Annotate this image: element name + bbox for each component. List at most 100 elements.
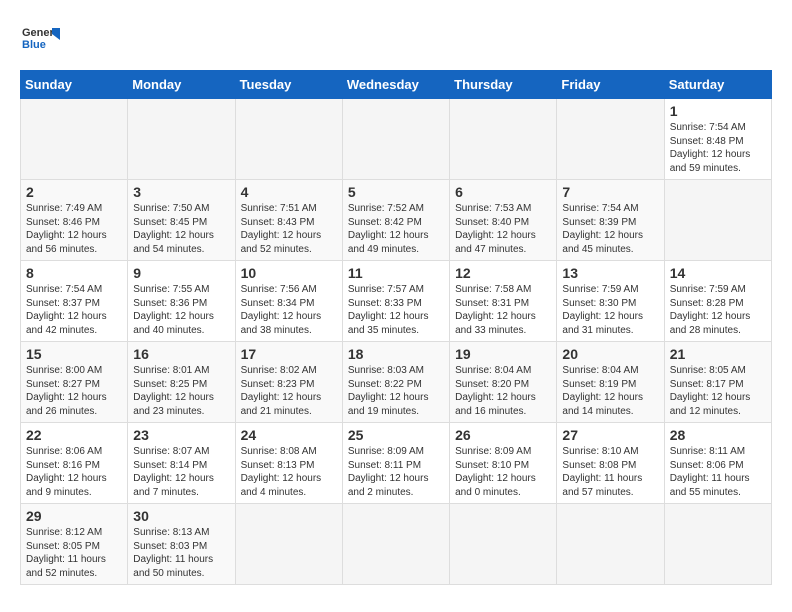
col-header-sunday: Sunday [21,71,128,99]
calendar-cell-9: 9 Sunrise: 7:55 AMSunset: 8:36 PMDaylight… [128,261,235,342]
calendar-cell-28: 28 Sunrise: 8:11 AMSunset: 8:06 PMDayligh… [664,423,771,504]
day-info: Sunrise: 8:11 AMSunset: 8:06 PMDaylight:… [670,445,766,499]
calendar-cell-20: 20 Sunrise: 8:04 AMSunset: 8:19 PMDayligh… [557,342,664,423]
day-info: Sunrise: 7:54 AMSunset: 8:37 PMDaylight:… [26,283,122,337]
week-row: 2Sunrise: 7:49 AMSunset: 8:46 PMDaylight… [21,180,772,261]
day-num: 22 [26,427,122,443]
day-num: 30 [133,508,229,524]
logo-icon: General Blue [20,20,60,60]
day-info: Sunrise: 7:50 AMSunset: 8:45 PMDaylight:… [133,202,229,256]
day-info: Sunrise: 7:58 AMSunset: 8:31 PMDaylight:… [455,283,551,337]
week-row: 22 Sunrise: 8:06 AMSunset: 8:16 PMDayligh… [21,423,772,504]
day-info: Sunrise: 7:59 AMSunset: 8:30 PMDaylight:… [562,283,658,337]
calendar-table: SundayMondayTuesdayWednesdayThursdayFrid… [20,70,772,585]
day-num: 14 [670,265,766,281]
day-num: 20 [562,346,658,362]
day-num: 24 [241,427,337,443]
day-info: Sunrise: 8:05 AMSunset: 8:17 PMDaylight:… [670,364,766,418]
calendar-cell-13: 13 Sunrise: 7:59 AMSunset: 8:30 PMDayligh… [557,261,664,342]
day-num: 21 [670,346,766,362]
calendar-cell-7: 7Sunrise: 7:54 AMSunset: 8:39 PMDaylight… [557,180,664,261]
day-num: 10 [241,265,337,281]
day-info: Sunrise: 8:00 AMSunset: 8:27 PMDaylight:… [26,364,122,418]
calendar-cell-17: 17Sunrise: 8:02 AMSunset: 8:23 PMDayligh… [235,342,342,423]
calendar-cell-16: 16 Sunrise: 8:01 AMSunset: 8:25 PMDayligh… [128,342,235,423]
calendar-cell-24: 24 Sunrise: 8:08 AMSunset: 8:13 PMDayligh… [235,423,342,504]
day-info: Sunrise: 8:09 AMSunset: 8:10 PMDaylight:… [455,445,551,499]
day-num: 29 [26,508,122,524]
calendar-cell-5: 5Sunrise: 7:52 AMSunset: 8:42 PMDaylight… [342,180,449,261]
day-num: 12 [455,265,551,281]
calendar-cell-4: 4Sunrise: 7:51 AMSunset: 8:43 PMDaylight… [235,180,342,261]
week-row: 8 Sunrise: 7:54 AMSunset: 8:37 PMDaylight… [21,261,772,342]
day-num: 16 [133,346,229,362]
day-info: Sunrise: 7:55 AMSunset: 8:36 PMDaylight:… [133,283,229,337]
week-row: 15 Sunrise: 8:00 AMSunset: 8:27 PMDayligh… [21,342,772,423]
svg-text:Blue: Blue [22,39,46,51]
empty-cell [450,504,557,585]
calendar-cell-12: 12 Sunrise: 7:58 AMSunset: 8:31 PMDayligh… [450,261,557,342]
day-info: Sunrise: 7:54 AMSunset: 8:48 PMDaylight:… [670,121,766,175]
empty-cell [342,99,449,180]
empty-cell [128,99,235,180]
day-num: 3 [133,184,229,200]
calendar-cell-11: 11 Sunrise: 7:57 AMSunset: 8:33 PMDayligh… [342,261,449,342]
empty-cell [21,99,128,180]
day-info: Sunrise: 8:01 AMSunset: 8:25 PMDaylight:… [133,364,229,418]
day-info: Sunrise: 8:03 AMSunset: 8:22 PMDaylight:… [348,364,444,418]
col-header-friday: Friday [557,71,664,99]
calendar-cell-8: 8 Sunrise: 7:54 AMSunset: 8:37 PMDaylight… [21,261,128,342]
day-num: 18 [348,346,444,362]
empty-cell [664,180,771,261]
calendar-cell-1: 1 Sunrise: 7:54 AMSunset: 8:48 PMDaylight… [664,99,771,180]
day-info: Sunrise: 7:59 AMSunset: 8:28 PMDaylight:… [670,283,766,337]
calendar-cell-27: 27Sunrise: 8:10 AMSunset: 8:08 PMDayligh… [557,423,664,504]
empty-cell [342,504,449,585]
calendar-cell-6: 6 Sunrise: 7:53 AMSunset: 8:40 PMDaylight… [450,180,557,261]
day-num: 13 [562,265,658,281]
day-num: 19 [455,346,551,362]
day-num: 28 [670,427,766,443]
week-row: 1 Sunrise: 7:54 AMSunset: 8:48 PMDaylight… [21,99,772,180]
day-info: Sunrise: 8:08 AMSunset: 8:13 PMDaylight:… [241,445,337,499]
day-num: 7 [562,184,658,200]
calendar-cell-3: 3 Sunrise: 7:50 AMSunset: 8:45 PMDaylight… [128,180,235,261]
day-num: 15 [26,346,122,362]
day-info: Sunrise: 8:09 AMSunset: 8:11 PMDaylight:… [348,445,444,499]
page-header: General Blue [20,20,772,60]
day-info: Sunrise: 7:52 AMSunset: 8:42 PMDaylight:… [348,202,444,256]
calendar-cell-2: 2Sunrise: 7:49 AMSunset: 8:46 PMDaylight… [21,180,128,261]
calendar-cell-19: 19Sunrise: 8:04 AMSunset: 8:20 PMDayligh… [450,342,557,423]
day-info: Sunrise: 8:12 AMSunset: 8:05 PMDaylight:… [26,526,122,580]
day-num: 6 [455,184,551,200]
calendar-cell-10: 10 Sunrise: 7:56 AMSunset: 8:34 PMDayligh… [235,261,342,342]
day-info: Sunrise: 8:13 AMSunset: 8:03 PMDaylight:… [133,526,229,580]
calendar-cell-23: 23Sunrise: 8:07 AMSunset: 8:14 PMDayligh… [128,423,235,504]
week-row: 29 Sunrise: 8:12 AMSunset: 8:05 PMDayligh… [21,504,772,585]
day-info: Sunrise: 7:51 AMSunset: 8:43 PMDaylight:… [241,202,337,256]
day-num: 25 [348,427,444,443]
col-header-wednesday: Wednesday [342,71,449,99]
calendar-cell-29: 29 Sunrise: 8:12 AMSunset: 8:05 PMDayligh… [21,504,128,585]
calendar-cell-21: 21 Sunrise: 8:05 AMSunset: 8:17 PMDayligh… [664,342,771,423]
day-info: Sunrise: 8:02 AMSunset: 8:23 PMDaylight:… [241,364,337,418]
day-info: Sunrise: 8:06 AMSunset: 8:16 PMDaylight:… [26,445,122,499]
day-info: Sunrise: 8:10 AMSunset: 8:08 PMDaylight:… [562,445,658,499]
calendar-cell-15: 15 Sunrise: 8:00 AMSunset: 8:27 PMDayligh… [21,342,128,423]
day-info: Sunrise: 8:04 AMSunset: 8:19 PMDaylight:… [562,364,658,418]
calendar-cell-22: 22 Sunrise: 8:06 AMSunset: 8:16 PMDayligh… [21,423,128,504]
day-num: 23 [133,427,229,443]
day-info: Sunrise: 7:57 AMSunset: 8:33 PMDaylight:… [348,283,444,337]
day-num: 9 [133,265,229,281]
day-num: 26 [455,427,551,443]
day-info: Sunrise: 7:53 AMSunset: 8:40 PMDaylight:… [455,202,551,256]
day-num: 2 [26,184,122,200]
day-num: 8 [26,265,122,281]
day-num: 11 [348,265,444,281]
col-header-tuesday: Tuesday [235,71,342,99]
empty-cell [235,99,342,180]
day-info: Sunrise: 7:56 AMSunset: 8:34 PMDaylight:… [241,283,337,337]
calendar-cell-14: 14 Sunrise: 7:59 AMSunset: 8:28 PMDayligh… [664,261,771,342]
day-num: 1 [670,103,766,119]
calendar-cell-18: 18 Sunrise: 8:03 AMSunset: 8:22 PMDayligh… [342,342,449,423]
